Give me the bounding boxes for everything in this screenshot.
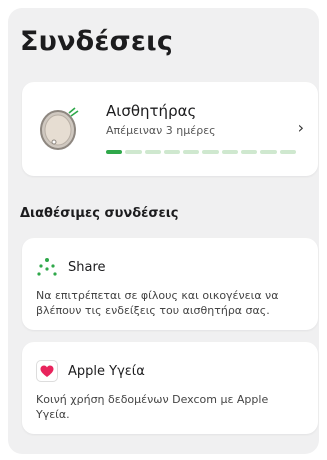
share-description: Να επιτρέπεται σε φίλους και οικογένεια … bbox=[36, 289, 279, 317]
progress-segment-empty bbox=[202, 150, 219, 154]
progress-segment-empty bbox=[260, 150, 277, 154]
progress-segment-empty bbox=[183, 150, 200, 154]
sensor-remaining: Απέμειναν 3 ημέρες bbox=[106, 124, 216, 137]
progress-segment-empty bbox=[279, 150, 296, 154]
sensor-icon bbox=[36, 104, 84, 152]
progress-segment-empty bbox=[144, 150, 161, 154]
progress-segment-empty bbox=[163, 150, 181, 154]
sensor-card[interactable]: Αισθητήρας Απέμειναν 3 ημέρες › bbox=[22, 82, 318, 176]
available-connections-title: Διαθέσιμες συνδέσεις bbox=[20, 206, 179, 221]
apple-health-card[interactable]: Apple Υγεία Κοινή χρήση δεδομένων Dexcom… bbox=[22, 342, 318, 434]
chevron-right-icon[interactable]: › bbox=[298, 120, 304, 136]
share-name: Share bbox=[68, 259, 106, 275]
page-title: Συνδέσεις bbox=[20, 26, 174, 57]
progress-segment-filled bbox=[106, 150, 123, 154]
apple-health-name: Apple Υγεία bbox=[68, 363, 145, 379]
share-header: Share bbox=[36, 256, 106, 278]
progress-segment-empty bbox=[221, 150, 239, 154]
share-card[interactable]: Share Να επιτρέπεται σε φίλους και οικογ… bbox=[22, 238, 318, 330]
sensor-progress-bar bbox=[106, 150, 296, 154]
heart-icon bbox=[36, 360, 58, 382]
apple-health-header: Apple Υγεία bbox=[36, 360, 145, 382]
sensor-name: Αισθητήρας bbox=[106, 102, 197, 120]
share-icon bbox=[36, 256, 58, 278]
progress-segment-empty bbox=[125, 150, 142, 154]
progress-segment-empty bbox=[241, 150, 258, 154]
apple-health-description: Κοινή χρήση δεδομένων Dexcom με Apple Υγ… bbox=[36, 393, 269, 421]
